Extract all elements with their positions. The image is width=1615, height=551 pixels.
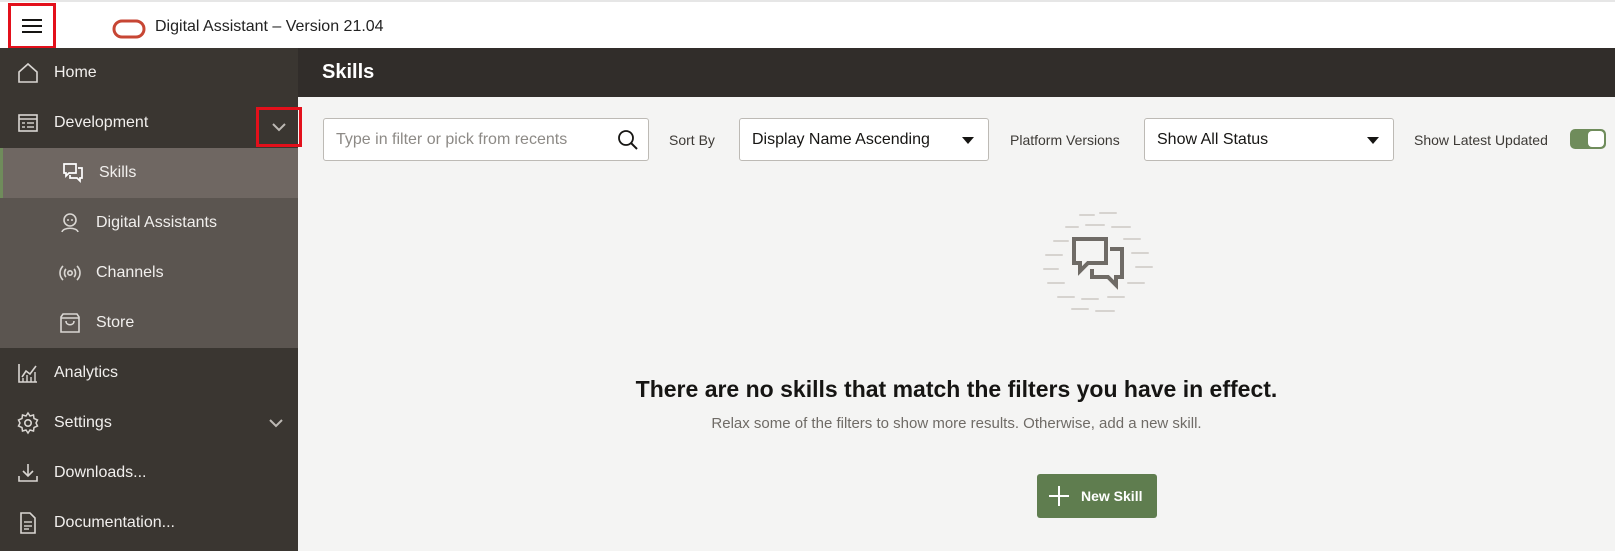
empty-state-subtitle: Relax some of the filters to show more r… <box>711 415 1202 432</box>
home-icon <box>18 62 38 83</box>
caret-down-icon <box>962 137 974 144</box>
oracle-logo-icon <box>112 19 146 39</box>
platform-versions-value: Show All Status <box>1157 131 1269 148</box>
sidebar-item-digital-assistants[interactable]: Digital Assistants <box>0 198 298 248</box>
sidebar-item-label: Downloads... <box>54 464 147 481</box>
sidebar-item-label: Settings <box>54 414 112 431</box>
sidebar-item-label: Development <box>54 114 149 131</box>
empty-state-title: There are no skills that match the filte… <box>635 376 1278 402</box>
settings-icon <box>17 411 39 435</box>
toggle-knob <box>1588 131 1604 147</box>
chevron-down-icon <box>272 123 286 132</box>
documentation-icon <box>20 512 36 534</box>
page-header: Skills <box>298 48 1615 97</box>
filter-input[interactable] <box>336 129 606 151</box>
development-submenu: Skills Digital Assistants Channels Store <box>0 148 298 348</box>
caret-down-icon <box>1367 137 1379 144</box>
sort-by-value: Display Name Ascending <box>752 131 930 148</box>
search-icon[interactable] <box>616 128 640 152</box>
hamburger-icon <box>22 19 42 33</box>
development-expand-toggle[interactable] <box>256 107 302 147</box>
sidebar-item-home[interactable]: Home <box>0 48 298 98</box>
sidebar-item-label: Analytics <box>54 364 119 381</box>
app-header: Digital Assistant – Version 21.04 <box>0 0 1615 49</box>
channels-icon <box>59 265 81 281</box>
sidebar-item-skills[interactable]: Skills <box>0 148 298 198</box>
sidebar-item-documentation[interactable]: Documentation... <box>0 498 298 548</box>
page-title: Skills <box>322 61 375 83</box>
sidebar-item-channels[interactable]: Channels <box>0 248 298 298</box>
chat-icon <box>63 163 83 184</box>
sidebar-item-store[interactable]: Store <box>0 298 298 348</box>
plus-icon <box>1049 486 1069 506</box>
filter-field[interactable] <box>323 118 649 161</box>
sort-by-label: Sort By <box>669 132 715 148</box>
sort-by-select[interactable]: Display Name Ascending <box>739 118 989 161</box>
show-latest-toggle[interactable] <box>1570 129 1606 149</box>
app-title: Digital Assistant – Version 21.04 <box>155 18 384 35</box>
sidebar-item-label: Home <box>54 64 97 81</box>
development-icon <box>18 114 38 132</box>
sidebar-item-label: Store <box>96 314 135 331</box>
sidebar-item-settings[interactable]: Settings <box>0 398 298 448</box>
sidebar-item-development[interactable]: Development <box>0 98 298 148</box>
analytics-icon <box>18 364 37 383</box>
sidebar-item-label: Channels <box>96 264 164 281</box>
new-skill-label: New Skill <box>1081 488 1143 504</box>
sidebar-item-label: Skills <box>99 164 137 181</box>
download-icon <box>18 464 38 482</box>
chevron-down-icon[interactable] <box>268 417 284 429</box>
empty-skills-illustration-icon <box>1043 212 1153 312</box>
platform-versions-select[interactable]: Show All Status <box>1144 118 1394 161</box>
platform-versions-label: Platform Versions <box>1010 132 1120 148</box>
sidebar-item-analytics[interactable]: Analytics <box>0 348 298 398</box>
sidebar-nav: Home Development Skills Digital Assistan… <box>0 48 298 551</box>
show-latest-label: Show Latest Updated <box>1414 132 1548 148</box>
assistant-icon <box>61 213 79 233</box>
sidebar-item-downloads[interactable]: Downloads... <box>0 448 298 498</box>
new-skill-button[interactable]: New Skill <box>1037 474 1157 518</box>
sidebar-item-label: Documentation... <box>54 514 175 531</box>
store-icon <box>60 313 80 333</box>
hamburger-menu-button[interactable] <box>8 3 56 49</box>
sidebar-item-label: Digital Assistants <box>96 214 217 231</box>
